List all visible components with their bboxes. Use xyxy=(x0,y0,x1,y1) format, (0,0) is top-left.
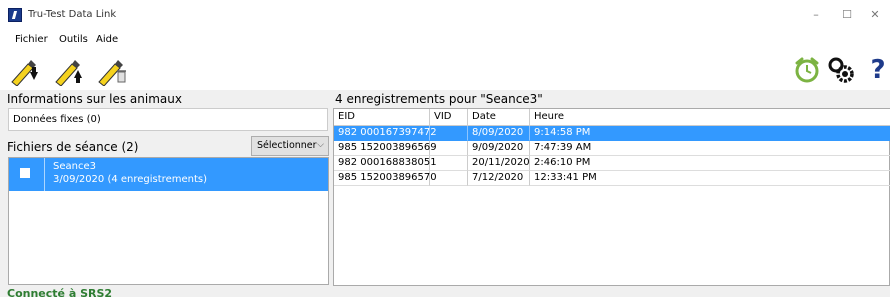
cell-eid: 985 152003896569 xyxy=(334,141,437,156)
cell-vid xyxy=(430,156,468,171)
cell-time: 12:33:41 PM xyxy=(530,171,890,186)
cell-eid: 982 000167397472 xyxy=(334,126,437,141)
session-item[interactable]: Seance3 3/09/2020 (4 enregistrements) xyxy=(9,158,328,191)
column-vid[interactable]: VID xyxy=(430,109,468,126)
menu-bar: Fichier Outils Aide xyxy=(0,30,890,50)
settings-button[interactable] xyxy=(826,55,854,85)
column-heure[interactable]: Heure xyxy=(530,109,890,126)
select-dropdown[interactable]: Sélectionner ⌵ xyxy=(251,136,329,156)
settings-gears-icon xyxy=(828,57,854,83)
cell-eid: 985 152003896570 xyxy=(334,171,437,186)
alarm-clock-icon xyxy=(795,57,819,83)
connection-status: Connecté à SRS2 xyxy=(7,287,113,297)
session-checkbox[interactable] xyxy=(20,168,30,178)
maximize-button[interactable]: ☐ xyxy=(838,6,856,24)
help-button[interactable]: ? xyxy=(864,55,890,85)
cell-time: 2:46:10 PM xyxy=(530,156,890,171)
cell-time: 9:14:58 PM xyxy=(530,126,890,141)
session-info: 3/09/2020 (4 enregistrements) xyxy=(53,174,207,185)
cell-date: 20/11/2020 xyxy=(468,156,530,171)
cell-date: 9/09/2020 xyxy=(468,141,530,156)
session-divider xyxy=(44,158,45,191)
close-button[interactable]: ✕ xyxy=(866,6,884,24)
upload-button[interactable] xyxy=(54,56,84,87)
cell-time: 7:47:39 AM xyxy=(530,141,890,156)
column-eid[interactable]: EID xyxy=(334,109,430,126)
session-files-header: Fichiers de séance (2) xyxy=(7,140,139,154)
window-title: Tru-Test Data Link xyxy=(28,9,117,20)
delete-button[interactable] xyxy=(97,56,127,87)
table-row[interactable]: 985 152003896569 9/09/2020 7:47:39 AM xyxy=(334,141,890,156)
chevron-down-icon: ⌵ xyxy=(317,140,324,150)
session-list: Seance3 3/09/2020 (4 enregistrements) xyxy=(8,157,329,285)
cell-vid xyxy=(430,141,468,156)
cell-date: 7/12/2020 xyxy=(468,171,530,186)
download-to-pc-icon xyxy=(11,60,38,87)
alarm-button[interactable] xyxy=(793,55,821,85)
delete-from-device-icon xyxy=(98,60,126,87)
fixed-data-item[interactable]: Données fixes (0) xyxy=(8,108,328,131)
title-bar: Tru-Test Data Link – ☐ ✕ xyxy=(0,0,890,30)
cell-eid: 982 000168838051 xyxy=(334,156,437,171)
minimize-button[interactable]: – xyxy=(807,6,825,24)
animal-info-header: Informations sur les animaux xyxy=(7,92,182,106)
app-logo-icon xyxy=(8,8,22,22)
records-header: 4 enregistrements pour "Seance3" xyxy=(335,92,543,106)
table-row[interactable]: 982 000168838051 20/11/2020 2:46:10 PM xyxy=(334,156,890,171)
table-row[interactable]: 982 000167397472 8/09/2020 9:14:58 PM xyxy=(334,126,890,141)
menu-fichier[interactable]: Fichier xyxy=(15,34,48,45)
cell-vid xyxy=(430,126,468,141)
table-row[interactable]: 985 152003896570 7/12/2020 12:33:41 PM xyxy=(334,171,890,186)
records-table: EID VID Date Heure 982 000167397472 8/09… xyxy=(333,108,890,286)
upload-to-device-icon xyxy=(55,60,82,87)
menu-aide[interactable]: Aide xyxy=(96,34,118,45)
session-name: Seance3 xyxy=(53,161,96,172)
menu-outils[interactable]: Outils xyxy=(59,34,88,45)
download-button[interactable] xyxy=(10,56,40,87)
help-icon: ? xyxy=(870,55,886,85)
cell-date: 8/09/2020 xyxy=(468,126,530,141)
toolbar: ? xyxy=(0,50,890,90)
column-date[interactable]: Date xyxy=(468,109,530,126)
select-label: Sélectionner xyxy=(257,140,317,151)
cell-vid xyxy=(430,171,468,186)
